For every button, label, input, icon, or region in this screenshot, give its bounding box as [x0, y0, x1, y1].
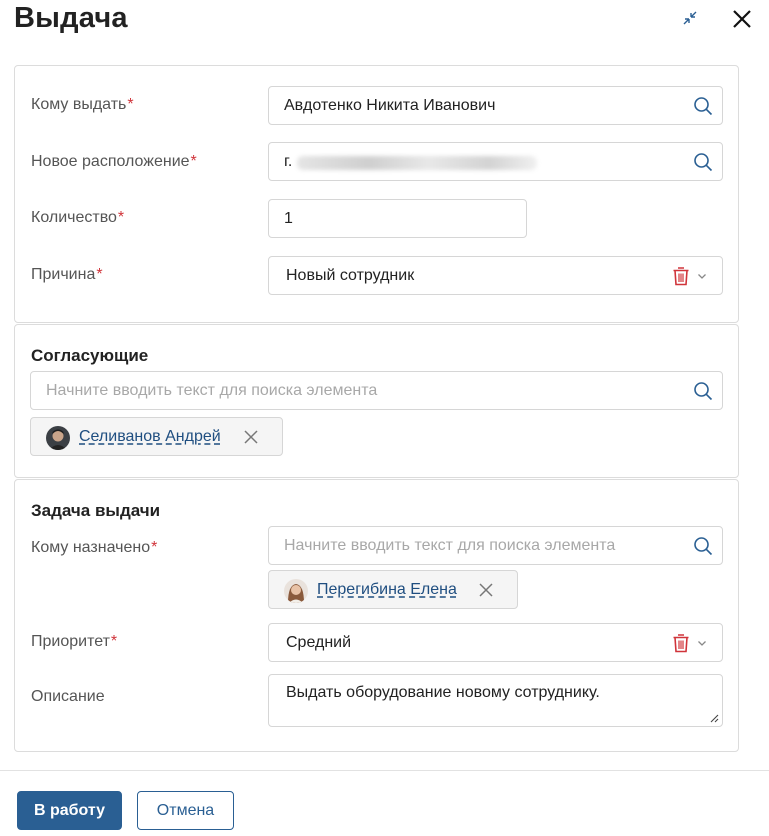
search-icon[interactable]: [692, 95, 714, 117]
priority-value: Средний: [286, 634, 352, 651]
quantity-value: 1: [284, 210, 293, 227]
search-icon[interactable]: [692, 151, 714, 173]
close-icon[interactable]: [478, 582, 494, 598]
main-fields-panel: Кому выдать* Авдотенко Никита Иванович Н…: [14, 65, 739, 323]
redacted-text: [297, 156, 537, 170]
approvers-panel: Согласующие Начните вводить текст для по…: [14, 324, 739, 478]
avatar: [284, 579, 308, 603]
description-textarea[interactable]: Выдать оборудование новому сотруднику.: [268, 674, 723, 727]
description-value: Выдать оборудование новому сотруднику.: [286, 684, 600, 701]
location-field[interactable]: г.: [268, 142, 723, 181]
location-value: г.: [284, 153, 293, 170]
reason-value: Новый сотрудник: [286, 267, 415, 284]
collapse-icon: [683, 11, 697, 25]
trash-icon[interactable]: [672, 266, 690, 286]
quantity-input[interactable]: 1: [268, 199, 527, 238]
quantity-label: Количество*: [31, 209, 125, 226]
chevron-down-icon[interactable]: [696, 270, 708, 282]
reason-select[interactable]: Новый сотрудник: [268, 256, 723, 295]
approvers-search-input[interactable]: Начните вводить текст для поиска элемент…: [30, 371, 723, 410]
resize-handle-icon[interactable]: [710, 714, 719, 723]
description-label: Описание: [31, 688, 105, 705]
search-icon[interactable]: [692, 535, 714, 557]
close-icon: [733, 10, 751, 28]
assignee-label: Кому назначено*: [31, 539, 158, 556]
task-title: Задача выдачи: [31, 501, 161, 520]
recipient-value: Авдотенко Никита Иванович: [284, 97, 496, 114]
approvers-title: Согласующие: [31, 346, 149, 365]
approver-chip[interactable]: Селиванов Андрей: [30, 417, 283, 456]
approver-name[interactable]: Селиванов Андрей: [79, 428, 221, 446]
trash-icon[interactable]: [672, 633, 690, 653]
dialog-title: Выдача: [14, 2, 128, 34]
collapse-button[interactable]: [678, 6, 702, 30]
assignee-name[interactable]: Перегибина Елена: [317, 581, 457, 599]
assignee-search-placeholder: Начните вводить текст для поиска элемент…: [284, 537, 616, 554]
recipient-label: Кому выдать*: [31, 96, 134, 113]
dialog-header: Выдача: [0, 0, 769, 50]
submit-button[interactable]: В работу: [17, 791, 122, 830]
priority-select[interactable]: Средний: [268, 623, 723, 662]
footer-divider: [0, 770, 769, 771]
assignee-chip[interactable]: Перегибина Елена: [268, 570, 518, 609]
avatar: [46, 426, 70, 450]
approvers-search-placeholder: Начните вводить текст для поиска элемент…: [46, 382, 378, 399]
cancel-button[interactable]: Отмена: [137, 791, 234, 830]
chevron-down-icon[interactable]: [696, 637, 708, 649]
search-icon[interactable]: [692, 380, 714, 402]
priority-label: Приоритет*: [31, 633, 118, 650]
task-panel: Задача выдачи Кому назначено* Начните вв…: [14, 479, 739, 752]
close-button[interactable]: [729, 6, 755, 32]
reason-label: Причина*: [31, 266, 103, 283]
location-label: Новое расположение*: [31, 153, 197, 170]
recipient-field[interactable]: Авдотенко Никита Иванович: [268, 86, 723, 125]
assignee-search-input[interactable]: Начните вводить текст для поиска элемент…: [268, 526, 723, 565]
close-icon[interactable]: [243, 429, 259, 445]
